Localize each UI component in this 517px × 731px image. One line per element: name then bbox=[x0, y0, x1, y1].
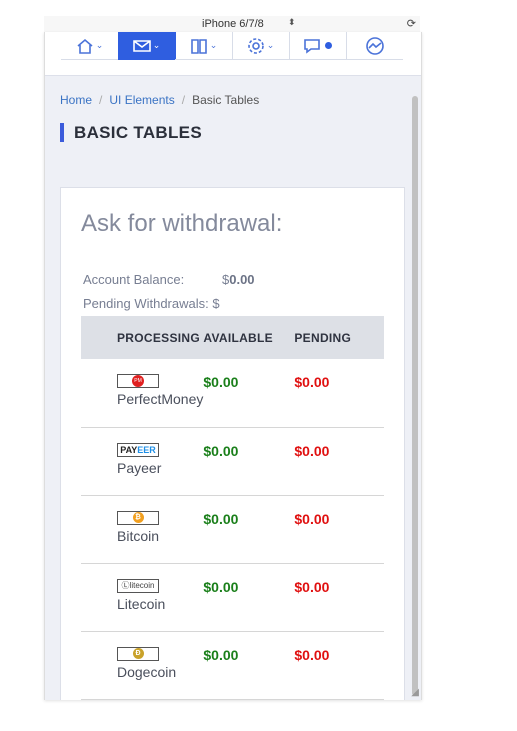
method-name: Dogecoin bbox=[117, 663, 177, 680]
method-name: PerfectMoney bbox=[117, 391, 204, 407]
method-name: Bitcoin bbox=[117, 527, 160, 544]
nav-home[interactable]: ⌄ bbox=[61, 32, 119, 60]
payeer-logo: PAY EER bbox=[117, 442, 159, 457]
breadcrumb-home[interactable]: Home bbox=[60, 93, 92, 107]
available-amount: $0.00 bbox=[203, 442, 239, 459]
method-name: Payeer bbox=[117, 459, 162, 476]
col-processing: PROCESSING bbox=[117, 330, 201, 345]
breadcrumb-ui-elements[interactable]: UI Elements bbox=[109, 93, 174, 107]
withdrawal-card: Ask for withdrawal: Account Balance: $0.… bbox=[60, 187, 405, 700]
col-available: AVAILABLE bbox=[203, 330, 273, 345]
chat-icon bbox=[303, 38, 320, 54]
pending-amount: $0.00 bbox=[294, 510, 330, 527]
available-amount: $0.00 bbox=[203, 578, 239, 595]
inbox-icon bbox=[132, 39, 151, 52]
litecoin-logo: Ⓛlitecoin bbox=[117, 578, 159, 593]
pending-amount: $0.00 bbox=[294, 578, 330, 595]
nav-settings[interactable]: ⌄ bbox=[232, 32, 290, 60]
gear-icon bbox=[247, 37, 264, 54]
dogecoin-logo: Ð bbox=[117, 646, 159, 661]
chevron-down-icon: ⌄ bbox=[95, 40, 104, 50]
rotate-icon[interactable]: ⟳ bbox=[407, 17, 416, 30]
table-header-row: PROCESSING AVAILABLE PENDING bbox=[81, 316, 384, 359]
col-pending: PENDING bbox=[294, 330, 352, 345]
table-row: Ⓛlitecoin Litecoin $0.00 $0.00 bbox=[81, 563, 384, 631]
available-amount: $0.00 bbox=[203, 374, 239, 390]
withdrawal-table: PROCESSING AVAILABLE PENDING PM PerfectM… bbox=[81, 316, 384, 700]
breadcrumb-separator: / bbox=[181, 93, 186, 107]
chevron-down-icon: ⌄ bbox=[209, 40, 218, 50]
available-amount: $0.00 bbox=[203, 510, 239, 527]
perfectmoney-logo: PM bbox=[117, 374, 159, 388]
pending-withdrawals: Pending Withdrawals: $ bbox=[83, 296, 220, 311]
device-select[interactable]: iPhone 6/7/8 bbox=[202, 18, 264, 30]
top-nav: ⌄ ⌄ ⌄ ⌄ bbox=[45, 32, 421, 76]
breadcrumb-current: Basic Tables bbox=[192, 93, 260, 107]
card-title: Ask for withdrawal: bbox=[81, 210, 283, 237]
home-icon bbox=[77, 38, 93, 54]
breadcrumb-separator: / bbox=[99, 93, 103, 107]
device-select-caret-icon[interactable]: ⬍ bbox=[288, 17, 296, 28]
device-toolbar: iPhone 6/7/8 ⬍ ⟳ bbox=[44, 16, 420, 33]
bitcoin-logo: ₿ bbox=[117, 510, 159, 525]
nav-analytics[interactable] bbox=[346, 32, 403, 60]
table-row: PM PerfectMoney $0.00 $0.00 bbox=[81, 359, 384, 427]
nav-bookmarks[interactable]: ⌄ bbox=[175, 32, 233, 60]
chevron-down-icon: ⌄ bbox=[266, 40, 275, 50]
pending-amount: $0.00 bbox=[294, 646, 330, 663]
book-icon bbox=[190, 38, 207, 54]
pending-amount: $0.00 bbox=[294, 442, 330, 459]
scrollbar[interactable] bbox=[412, 96, 418, 696]
balance-label: Account Balance: bbox=[83, 272, 185, 287]
balance-value: 0.00 bbox=[229, 272, 255, 287]
chevron-down-icon: ⌄ bbox=[152, 40, 161, 50]
notification-dot bbox=[324, 42, 332, 49]
pending-amount: $0.00 bbox=[294, 374, 330, 390]
breadcrumb: Home / UI Elements / Basic Tables bbox=[60, 93, 259, 107]
available-amount: $0.00 bbox=[203, 646, 239, 663]
table-row: PAY EER Payeer $0.00 $0.00 bbox=[81, 427, 384, 495]
table-row: Ð Dogecoin $0.00 $0.00 bbox=[81, 631, 384, 699]
pending-label: Pending Withdrawals: $ bbox=[83, 296, 220, 311]
resize-handle-icon[interactable]: ◢ bbox=[411, 687, 419, 698]
method-name: Litecoin bbox=[117, 595, 166, 612]
chart-circle-icon bbox=[365, 36, 384, 55]
account-balance: Account Balance: $0.00 bbox=[83, 272, 255, 287]
app-frame: ⌄ ⌄ ⌄ ⌄ Home / UI Elements / Basic Tables BA… bbox=[44, 32, 422, 700]
nav-messages[interactable] bbox=[289, 32, 347, 60]
table-row: ₿ Bitcoin $0.00 $0.00 bbox=[81, 495, 384, 563]
nav-inbox[interactable]: ⌄ bbox=[118, 32, 176, 60]
page-title: BASIC TABLES bbox=[60, 123, 202, 142]
